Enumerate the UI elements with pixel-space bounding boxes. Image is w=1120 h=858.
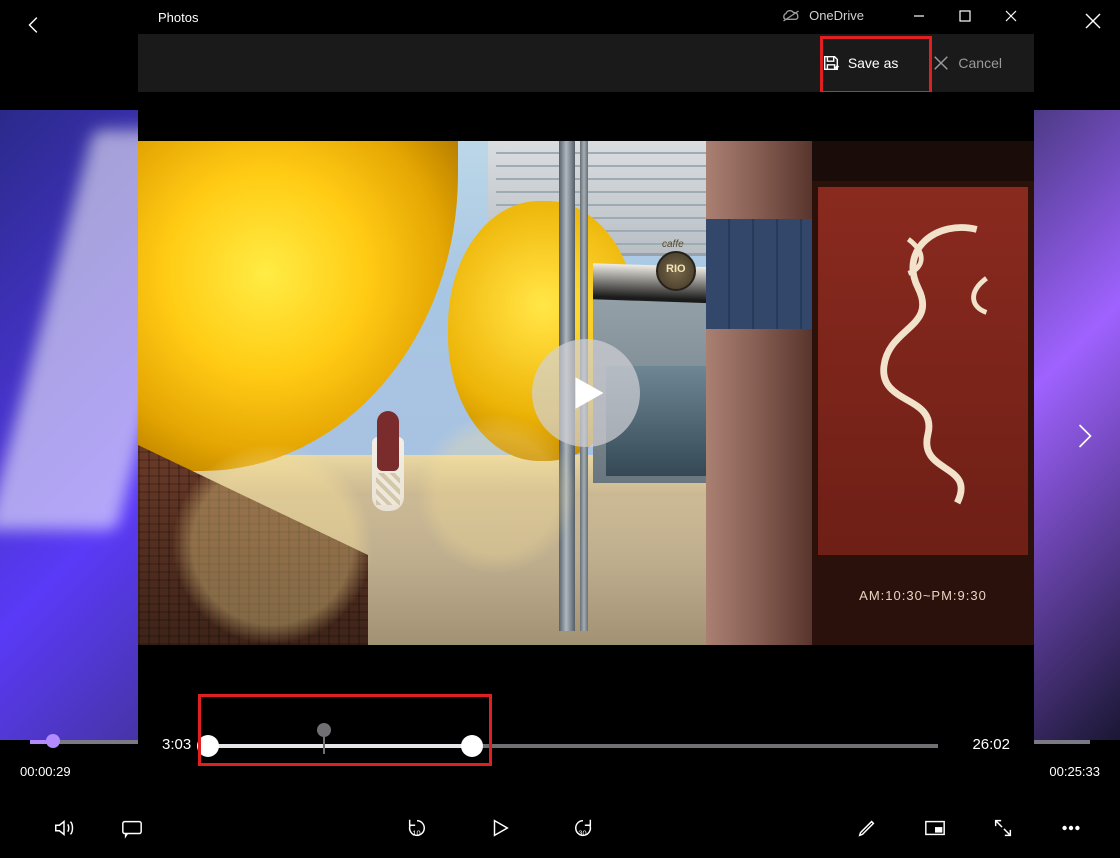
editor-toolbar: Save as Cancel xyxy=(138,34,1034,92)
back-button[interactable] xyxy=(24,14,46,41)
close-button[interactable] xyxy=(988,0,1034,32)
outer-time-total: 00:25:33 xyxy=(1049,764,1100,779)
pillar-hours-text: AM:10:30~PM:9:30 xyxy=(812,588,1034,603)
edit-button[interactable] xyxy=(853,814,881,842)
trim-slider[interactable] xyxy=(204,744,938,748)
preview-play-button[interactable] xyxy=(532,339,640,447)
next-media-button[interactable] xyxy=(1074,420,1096,457)
video-preview: caffe RIO xyxy=(138,92,1034,694)
mini-view-button[interactable] xyxy=(921,814,949,842)
photos-trim-window: Photos OneDrive Save as Cancel xyxy=(138,0,1034,790)
minimize-button[interactable] xyxy=(896,0,942,32)
onedrive-status[interactable]: OneDrive xyxy=(781,8,864,23)
sign-top-text: caffe xyxy=(662,239,684,250)
svg-text:10: 10 xyxy=(412,828,420,837)
cancel-button[interactable]: Cancel xyxy=(918,44,1016,82)
trim-end-time: 26:02 xyxy=(972,736,1010,753)
trim-start-handle[interactable] xyxy=(197,735,219,757)
close-icon xyxy=(932,54,950,72)
onedrive-label: OneDrive xyxy=(809,8,864,23)
more-button[interactable] xyxy=(1057,814,1085,842)
cancel-label: Cancel xyxy=(958,55,1002,71)
root: 00:00:29 00:25:33 10 30 xyxy=(0,0,1120,858)
outer-time-current: 00:00:29 xyxy=(20,764,71,779)
highlight-trim-region xyxy=(198,694,492,766)
bottom-toolbar: 10 30 xyxy=(0,798,1120,858)
trim-end-handle[interactable] xyxy=(461,735,483,757)
save-icon xyxy=(822,54,840,72)
titlebar: Photos OneDrive xyxy=(138,0,1034,34)
trim-start-time: 3:03 xyxy=(162,736,191,753)
volume-button[interactable] xyxy=(50,814,78,842)
play-button[interactable] xyxy=(486,814,514,842)
svg-text:30: 30 xyxy=(578,828,586,837)
window-controls xyxy=(896,0,1034,32)
save-as-label: Save as xyxy=(848,55,899,71)
subtitles-button[interactable] xyxy=(118,814,146,842)
maximize-button[interactable] xyxy=(942,0,988,32)
fullscreen-button[interactable] xyxy=(989,814,1017,842)
trim-controls: 3:03 26:02 xyxy=(138,694,1034,790)
app-title: Photos xyxy=(138,10,198,25)
skip-back-10-button[interactable]: 10 xyxy=(403,814,431,842)
playhead-pin[interactable] xyxy=(317,723,331,737)
skip-forward-30-button[interactable]: 30 xyxy=(569,814,597,842)
save-as-button[interactable]: Save as xyxy=(808,44,913,82)
sign-name-text: RIO xyxy=(666,263,686,275)
outer-close-button[interactable] xyxy=(1084,12,1102,35)
